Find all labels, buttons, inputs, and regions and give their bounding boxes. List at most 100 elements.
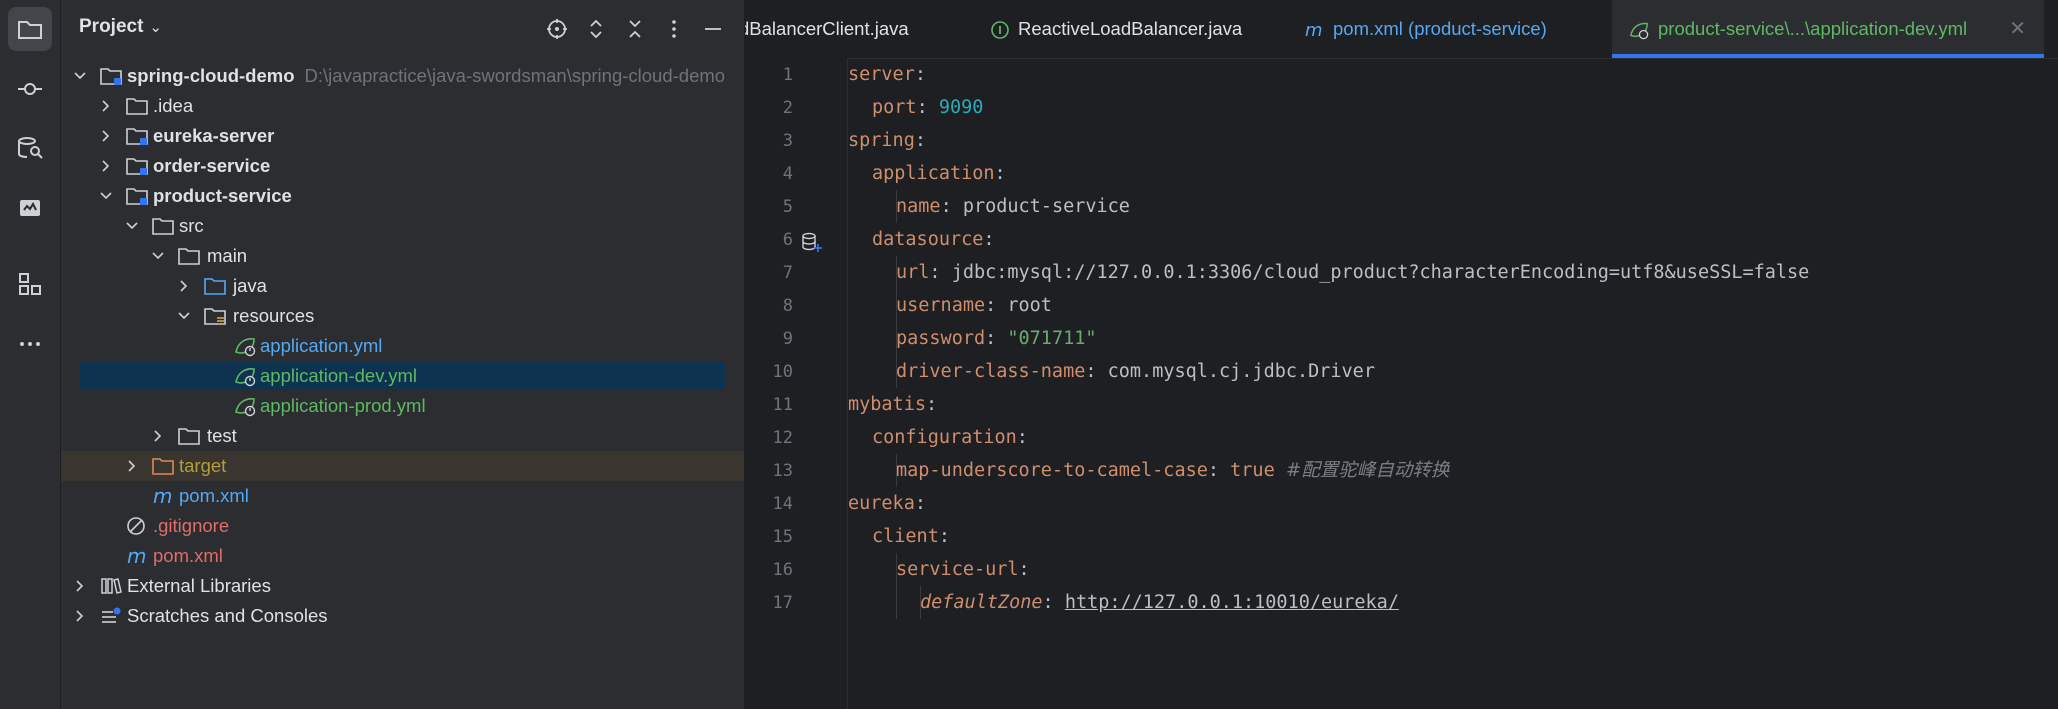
svg-text:m: m [153,485,172,507]
line-number: 11 [772,395,793,415]
tree-label: eureka-server [153,125,275,146]
tree-label: order-service [153,155,271,176]
line-number: 12 [772,428,793,448]
tab-label: ReactiveLoadBalancer.java [1018,18,1243,39]
tree-item-spring-cloud-demo[interactable]: spring-cloud-demo D:\javapractice\java-sw… [61,61,744,91]
tree-label: Scratches and Consoles [127,605,328,626]
tab-pom-xml-product-service[interactable]: m pom.xml (product-service) [1305,0,1565,58]
chevron-right-icon[interactable] [99,129,113,143]
tree-item-order-service[interactable]: order-service [61,151,744,181]
spring-yml-icon [233,395,257,417]
module-folder-icon [99,65,123,87]
database-search-icon[interactable] [8,126,52,170]
tree-label: pom.xml [153,545,223,566]
chevron-down-icon[interactable] [125,219,139,233]
hide-panel-icon[interactable] [700,16,726,42]
datasource-gutter-icon[interactable] [800,231,822,253]
tree-label: application-dev.yml [260,365,417,386]
project-title: Project [79,16,144,37]
resources-folder-icon [203,305,227,327]
tree-label: product-service [153,185,292,206]
commit-icon[interactable] [8,67,52,111]
tree-item-gitignore[interactable]: .gitignore [61,511,744,541]
tree-label: application.yml [260,335,383,356]
tree-item-pom-xml-module[interactable]: m pom.xml [61,481,744,511]
line-number: 6 [782,230,793,250]
spring-yml-icon [233,335,257,357]
tree-label: .gitignore [153,515,230,536]
tree-item-pom-xml-root[interactable]: m pom.xml [61,541,744,571]
tree-label: .idea [153,95,194,116]
library-icon [99,575,123,597]
code-line-1: server: [848,64,926,85]
line-number-gutter: 1 2 3 4 5 6 7 8 9 10 11 12 13 14 15 16 1… [745,58,848,709]
chevron-right-icon[interactable] [99,99,113,113]
folder-icon [125,95,149,117]
chevron-right-icon[interactable] [99,159,113,173]
expand-all-icon[interactable] [583,16,609,42]
code-line-11: mybatis: [848,394,938,415]
tree-item-target[interactable]: target [61,451,744,481]
tree-item-product-service[interactable]: product-service [61,181,744,211]
chevron-right-icon[interactable] [151,429,165,443]
tree-item-application-yml[interactable]: application.yml [61,331,744,361]
tree-item-java[interactable]: java [61,271,744,301]
ignore-file-icon [125,515,149,537]
tree-item-application-dev-yml[interactable]: application-dev.yml [61,361,744,391]
line-number: 10 [772,362,793,382]
tab-dbalancerclient-java[interactable]: dBalancerClient.java [745,0,945,58]
chevron-right-icon[interactable] [177,279,191,293]
structure-icon[interactable] [8,262,52,306]
tree-item-resources[interactable]: resources [61,301,744,331]
tree-label: java [233,275,267,296]
close-icon[interactable]: ✕ [2009,0,2026,58]
module-folder-icon [125,185,149,207]
tree-item-eureka-server[interactable]: eureka-server [61,121,744,151]
folder-icon [177,425,201,447]
collapse-all-icon[interactable] [622,16,648,42]
code-line-17: defaultZone: http://127.0.0.1:10010/eure… [920,592,1399,613]
eureka-url-link[interactable]: http://127.0.0.1:10010/eureka/ [1065,592,1399,613]
chevron-down-icon[interactable] [151,249,165,263]
line-number: 3 [782,131,793,151]
code-line-14: eureka: [848,493,926,514]
tree-item-application-prod-yml[interactable]: application-prod.yml [61,391,744,421]
project-path: D:\javapractice\java-swordsman\spring-cl… [304,65,726,86]
scratches-icon [99,605,123,627]
line-number: 13 [772,461,793,481]
chevron-down-icon[interactable] [177,309,191,323]
tab-label: product-service\...\application-dev.yml [1658,18,1968,39]
locate-icon[interactable] [544,16,570,42]
module-folder-icon [125,125,149,147]
chevron-down-icon[interactable] [73,69,87,83]
tab-label: pom.xml (product-service) [1333,18,1547,39]
editor-tabs: dBalancerClient.java ReactiveLoadBalance… [745,0,2058,59]
more-icon[interactable] [8,322,52,366]
tree-item-src[interactable]: src [61,211,744,241]
tree-item-test[interactable]: test [61,421,744,451]
tab-application-dev-yml[interactable]: product-service\...\application-dev.yml … [1612,0,2044,58]
excluded-folder-icon [151,455,175,477]
chevron-down-icon[interactable] [99,189,113,203]
chevron-right-icon[interactable] [73,609,87,623]
tree-item-main[interactable]: main [61,241,744,271]
maven-icon: m [1305,20,1325,40]
mybatis-icon[interactable] [8,186,52,230]
project-title-dropdown[interactable]: Project ⌄ [79,16,162,38]
chevron-right-icon[interactable] [73,579,87,593]
tab-reactiveloadbalancer-java[interactable]: ReactiveLoadBalancer.java [990,0,1242,58]
folder-icon [151,215,175,237]
line-number: 17 [772,593,793,613]
project-folder-icon[interactable] [8,7,52,51]
code-line-15: client: [872,526,950,547]
code-editor[interactable]: server: port: 9090 spring: application: … [848,58,2058,709]
tree-item-scratches[interactable]: Scratches and Consoles [61,601,744,631]
tree-label: main [207,245,248,266]
chevron-right-icon[interactable] [125,459,139,473]
code-line-3: spring: [848,130,926,151]
tree-label: application-prod.yml [260,395,426,416]
tree-item-external-libraries[interactable]: External Libraries [61,571,744,601]
tree-item-idea[interactable]: .idea [61,91,744,121]
options-icon[interactable] [661,16,687,42]
folder-icon [177,245,201,267]
